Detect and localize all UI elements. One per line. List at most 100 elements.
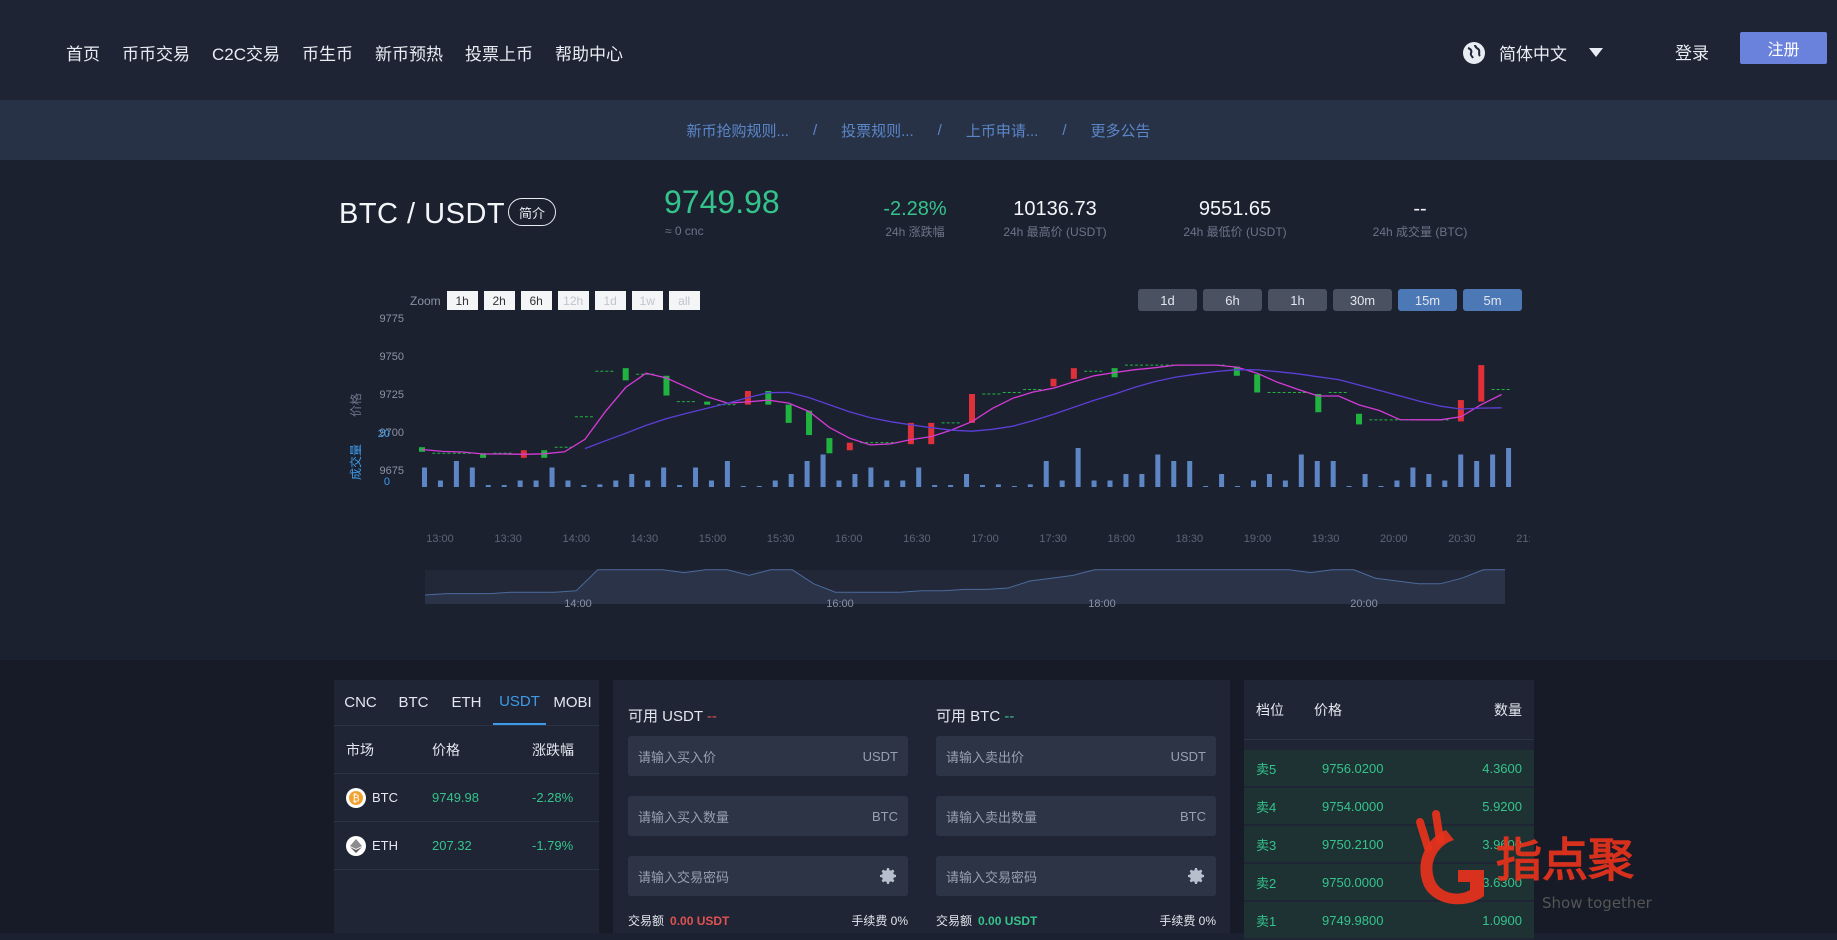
buy-summary: 交易额 0.00 USDT 手续费 0% xyxy=(628,912,908,929)
market-change: -2.28% xyxy=(532,790,574,805)
market-col-header: 价格 xyxy=(432,741,460,758)
volume-bar xyxy=(1426,474,1432,487)
x-tick-label: 21:00 xyxy=(1516,533,1530,545)
market-tab-active[interactable]: USDT xyxy=(493,680,546,725)
volume-bar xyxy=(485,485,491,487)
notice-link[interactable]: 更多公告 xyxy=(1091,120,1151,141)
x-tick-label: 13:30 xyxy=(494,533,522,545)
market-price: 207.32 xyxy=(432,838,472,853)
candle xyxy=(1070,368,1077,379)
nav-new-coin[interactable]: 新币预热 xyxy=(375,40,443,65)
ask-level: 卖3 xyxy=(1256,837,1277,853)
x-tick-label: 19:30 xyxy=(1312,533,1340,545)
watermark-sub: Show together xyxy=(1542,894,1653,912)
nav-coin-earn[interactable]: 币生币 xyxy=(302,40,353,65)
volume-bar xyxy=(740,486,746,487)
top-navbar: 首页 币币交易 C2C交易 币生币 新币预热 投票上币 帮助中心 简体中文 登录… xyxy=(0,0,1837,100)
nav-help[interactable]: 帮助中心 xyxy=(555,40,623,65)
navigator-tick-label: 16:00 xyxy=(826,598,854,610)
market-row[interactable]: ₿ BTC 9749.98 -2.28% xyxy=(334,774,599,822)
ma-line-short xyxy=(421,364,1502,455)
market-tab[interactable]: BTC xyxy=(387,680,440,725)
candle xyxy=(928,422,935,445)
sell-password-input[interactable]: 请输入交易密码 xyxy=(936,856,1216,896)
market-tab[interactable]: MOBI xyxy=(546,680,599,725)
sell-form: 可用 BTC -- 请输入卖出价 USDT 请输入卖出数量 BTC 请输入交易密… xyxy=(936,680,1216,929)
candle xyxy=(1356,413,1363,425)
volume-bar xyxy=(932,485,938,487)
market-tab[interactable]: CNC xyxy=(334,680,387,725)
x-tick-label: 16:30 xyxy=(903,533,931,545)
stat-value: -- xyxy=(1413,198,1427,220)
volume-bar xyxy=(1250,480,1256,487)
volume-bar xyxy=(884,480,890,487)
volume-bar xyxy=(724,461,730,487)
trade-panel: 可用 USDT -- 请输入买入价 USDT 请输入买入数量 BTC 请输入交易… xyxy=(613,680,1230,933)
notice-link[interactable]: 新币抢购规则... xyxy=(686,120,789,141)
y-tick-label: 9750 xyxy=(380,351,404,363)
language-selector[interactable]: 简体中文 xyxy=(1463,40,1603,65)
candle xyxy=(806,410,813,436)
nav-vote-listing[interactable]: 投票上币 xyxy=(465,40,533,65)
volume-bar xyxy=(1394,480,1400,487)
market-panel: CNC BTC ETH USDT MOBI 市场 价格 涨跌幅 ₿ BTC 97… xyxy=(334,680,599,933)
watermark-logo: 指点聚 Show together xyxy=(1416,810,1653,912)
candle xyxy=(704,401,711,405)
register-button[interactable]: 注册 xyxy=(1740,32,1827,64)
volume-bar xyxy=(1139,474,1145,487)
market-coin: ₿ BTC xyxy=(334,787,422,808)
volume-bar xyxy=(549,467,555,487)
market-row[interactable]: ETH 207.32 -1.79% xyxy=(334,822,599,870)
market-tab[interactable]: ETH xyxy=(440,680,493,725)
volume-bar xyxy=(1075,448,1081,487)
x-tick-label: 15:30 xyxy=(767,533,795,545)
gear-icon[interactable] xyxy=(1186,866,1206,886)
svg-text:₿: ₿ xyxy=(352,792,359,804)
buy-price-input[interactable]: 请输入买入价 USDT xyxy=(628,736,908,776)
orderbook-col-header: 价格 xyxy=(1314,701,1342,718)
volume-bar xyxy=(693,467,699,487)
buy-form: 可用 USDT -- 请输入买入价 USDT 请输入买入数量 BTC 请输入交易… xyxy=(628,680,908,929)
pair-title: BTC / USDT xyxy=(339,198,506,230)
market-col-header: 涨跌幅 xyxy=(532,741,574,758)
sell-price-input[interactable]: 请输入卖出价 USDT xyxy=(936,736,1216,776)
volume-bar xyxy=(756,486,762,487)
nav-home[interactable]: 首页 xyxy=(66,40,100,65)
volume-bar xyxy=(1330,461,1336,487)
stat-label: 24h 涨跌幅 xyxy=(885,225,945,239)
login-link[interactable]: 登录 xyxy=(1675,39,1709,64)
volume-bar xyxy=(948,485,954,487)
buy-qty-input[interactable]: 请输入买入数量 BTC xyxy=(628,796,908,836)
candle xyxy=(907,422,914,445)
sell-available: 可用 BTC -- xyxy=(936,705,1216,726)
nav-coin-trade[interactable]: 币币交易 xyxy=(122,40,190,65)
volume-bar xyxy=(820,454,826,487)
sell-qty-input[interactable]: 请输入卖出数量 BTC xyxy=(936,796,1216,836)
gear-icon[interactable] xyxy=(878,866,898,886)
buy-password-input[interactable]: 请输入交易密码 xyxy=(628,856,908,896)
navigator-tick-label: 20:00 xyxy=(1350,598,1378,610)
volume-bar xyxy=(772,480,778,487)
volume-bar xyxy=(1171,461,1177,487)
ask-price: 9756.0200 xyxy=(1322,760,1384,776)
volume-bar xyxy=(1059,480,1065,487)
market-coin-name: ETH xyxy=(372,838,398,853)
notice-link[interactable]: 上币申请... xyxy=(966,120,1039,141)
volume-bar xyxy=(453,461,459,487)
nav-c2c[interactable]: C2C交易 xyxy=(212,40,280,65)
volume-bar xyxy=(1506,448,1512,487)
volume-bar xyxy=(1027,484,1033,487)
volume-bar xyxy=(1314,461,1320,487)
price-chart[interactable]: 97759750972597009675价格200成交量13:00 13:30 14… xyxy=(340,280,1530,616)
intro-button[interactable]: 简介 xyxy=(508,198,556,226)
x-tick-label: 18:30 xyxy=(1176,533,1204,545)
volume-bar xyxy=(979,485,985,487)
volume-bar xyxy=(1266,474,1272,487)
volume-bar xyxy=(1410,467,1416,487)
volume-bar xyxy=(469,467,475,487)
stat-volume: -- 24h 成交量 (BTC) xyxy=(1360,198,1480,240)
orderbook-row[interactable]: 卖5 9756.0200 4.3600 xyxy=(1244,750,1534,788)
volume-bar xyxy=(1362,474,1368,487)
notice-link[interactable]: 投票规则... xyxy=(841,120,914,141)
